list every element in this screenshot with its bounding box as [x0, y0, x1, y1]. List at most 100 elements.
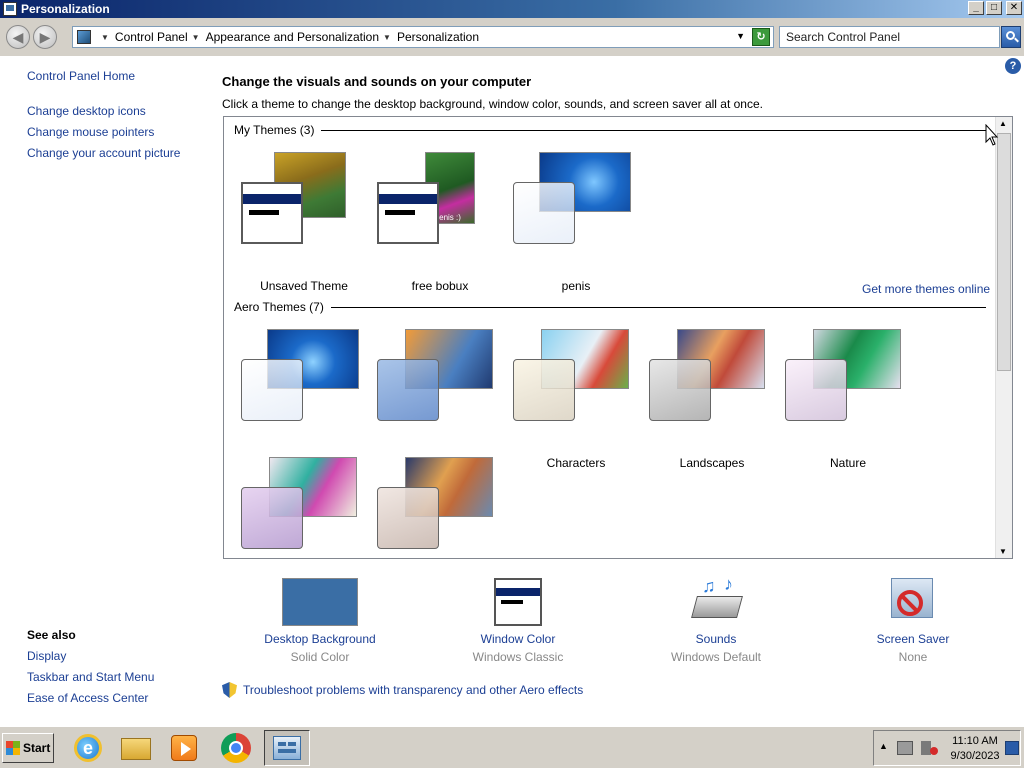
theme-nature[interactable]: Nature: [783, 329, 913, 470]
window-color-swatch: [241, 487, 303, 549]
group-my-themes: My Themes (3): [234, 123, 987, 137]
system-tray: ▲ 11:10 AM 9/30/2023: [873, 730, 1021, 766]
address-dropdown-icon[interactable]: ▼: [736, 31, 745, 41]
start-label: Start: [23, 741, 51, 755]
group-aero-themes: Aero Themes (7): [234, 300, 986, 314]
minimize-button[interactable]: _: [968, 1, 984, 15]
show-hidden-icons-icon[interactable]: ▲: [879, 741, 888, 751]
address-toolbar: ◀ ▶ ▼ Control Panel ▼ Appearance and Per…: [0, 18, 1024, 56]
window-color-swatch: [377, 182, 439, 244]
theme-label: Nature: [829, 456, 867, 470]
theme-label: Unsaved Theme: [260, 279, 348, 293]
control-panel-icon: [3, 2, 17, 16]
theme-windows-7[interactable]: Windows 7: [239, 329, 369, 470]
theme-aero-7[interactable]: [375, 457, 505, 558]
media-player-icon[interactable]: [166, 730, 202, 766]
screen-saver-tile[interactable]: Screen Saver None: [833, 576, 993, 664]
search-button[interactable]: [1001, 26, 1021, 48]
theme-unsaved[interactable]: Unsaved Theme: [239, 152, 369, 293]
start-button[interactable]: Start: [2, 733, 54, 763]
theme-landscapes[interactable]: Landscapes: [647, 329, 777, 470]
sounds-value: Windows Default: [670, 650, 762, 664]
breadcrumb-control-panel[interactable]: Control Panel: [115, 30, 188, 44]
scroll-thumb[interactable]: [997, 133, 1011, 371]
internet-explorer-icon[interactable]: e: [70, 730, 106, 766]
theme-aero-6[interactable]: [239, 457, 369, 558]
breadcrumb-appearance[interactable]: Appearance and Personalization: [206, 30, 379, 44]
troubleshoot-label[interactable]: Troubleshoot problems with transparency …: [243, 683, 583, 697]
close-button[interactable]: ✕: [1006, 1, 1022, 15]
sidebar-item-taskbar[interactable]: Taskbar and Start Menu: [27, 670, 154, 684]
desktop-background-swatch: [282, 578, 358, 626]
clock[interactable]: 11:10 AM 9/30/2023: [946, 734, 1004, 764]
window-color-swatch: [649, 359, 711, 421]
help-icon[interactable]: ?: [1005, 58, 1021, 74]
page-subtitle: Click a theme to change the desktop back…: [222, 97, 763, 111]
theme-label: penis: [561, 279, 591, 293]
chevron-down-icon[interactable]: ▼: [101, 33, 109, 42]
taskbar: Start e ▲ 11:10 AM 9/30/2023: [0, 726, 1024, 768]
forward-button[interactable]: ▶: [33, 25, 57, 49]
chevron-down-icon[interactable]: ▼: [383, 33, 391, 42]
explorer-icon[interactable]: [118, 730, 154, 766]
scroll-up-icon[interactable]: ▲: [999, 119, 1007, 128]
window-title: Personalization: [21, 2, 110, 16]
window-controls: _ □ ✕: [968, 1, 1022, 15]
window-color-tile[interactable]: Window Color Windows Classic: [438, 576, 598, 664]
music-note-icon: ♫: [702, 576, 716, 596]
chrome-icon[interactable]: [218, 730, 254, 766]
theme-list[interactable]: My Themes (3) Unsaved Theme g penis :) f…: [223, 116, 1013, 559]
window-color-swatch: [513, 359, 575, 421]
muted-icon: [930, 747, 938, 755]
scroll-down-icon[interactable]: ▼: [999, 547, 1007, 556]
theme-label: free bobux: [411, 279, 469, 293]
theme-penis[interactable]: penis: [511, 152, 641, 293]
sidebar-item-account-picture[interactable]: Change your account picture: [27, 146, 180, 160]
sidebar-item-display[interactable]: Display: [27, 649, 66, 663]
control-panel-icon: [273, 736, 301, 760]
window-color-swatch: [377, 359, 439, 421]
theme-label: Landscapes: [679, 456, 745, 470]
desktop-background-label[interactable]: Desktop Background: [240, 632, 400, 646]
screen-saver-value: None: [898, 650, 928, 664]
music-note-icon: ♪: [724, 574, 733, 594]
sidebar-item-mouse-pointers[interactable]: Change mouse pointers: [27, 125, 154, 139]
window-color-swatch: [241, 182, 303, 244]
chevron-down-icon[interactable]: ▼: [192, 33, 200, 42]
theme-characters[interactable]: Characters: [511, 329, 641, 470]
sidebar-item-control-panel-home[interactable]: Control Panel Home: [27, 69, 135, 83]
search-input[interactable]: Search Control Panel: [779, 26, 1000, 48]
divider: [321, 129, 987, 131]
theme-architecture[interactable]: Architecture: [375, 329, 505, 470]
theme-list-scrollbar[interactable]: ▲ ▼: [995, 117, 1012, 558]
window-color-swatch: [785, 359, 847, 421]
screen-saver-label[interactable]: Screen Saver: [833, 632, 993, 646]
window-color-value: Windows Classic: [472, 650, 564, 664]
address-bar[interactable]: ▼ Control Panel ▼ Appearance and Persona…: [72, 26, 774, 48]
page-title: Change the visuals and sounds on your co…: [222, 74, 532, 89]
maximize-button[interactable]: □: [986, 1, 1002, 15]
show-desktop-icon[interactable]: [1005, 741, 1019, 755]
sounds-label[interactable]: Sounds: [636, 632, 796, 646]
theme-free-bobux[interactable]: g penis :) free bobux: [375, 152, 505, 293]
sounds-tile[interactable]: ♫ ♪ Sounds Windows Default: [636, 574, 796, 664]
desktop-background-value: Solid Color: [290, 650, 350, 664]
sidebar-item-desktop-icons[interactable]: Change desktop icons: [27, 104, 146, 118]
network-icon[interactable]: [897, 741, 913, 755]
refresh-button[interactable]: ↻: [752, 28, 770, 46]
control-panel-taskbar-button[interactable]: [264, 730, 310, 766]
see-also-heading: See also: [27, 628, 76, 642]
clock-time: 11:10 AM: [952, 735, 998, 747]
window-color-icon: [494, 578, 542, 626]
clock-date: 9/30/2023: [950, 750, 1000, 762]
desktop-background-tile[interactable]: Desktop Background Solid Color: [240, 576, 400, 664]
sounds-icon: [691, 596, 743, 618]
shield-icon: [222, 682, 237, 698]
troubleshoot-link[interactable]: Troubleshoot problems with transparency …: [222, 682, 583, 698]
theme-label: Characters: [546, 456, 606, 470]
breadcrumb-personalization[interactable]: Personalization: [397, 30, 479, 44]
window-color-label[interactable]: Window Color: [438, 632, 598, 646]
get-more-themes-link[interactable]: Get more themes online: [862, 282, 990, 296]
back-button[interactable]: ◀: [6, 25, 30, 49]
sidebar-item-ease-of-access[interactable]: Ease of Access Center: [27, 691, 148, 705]
